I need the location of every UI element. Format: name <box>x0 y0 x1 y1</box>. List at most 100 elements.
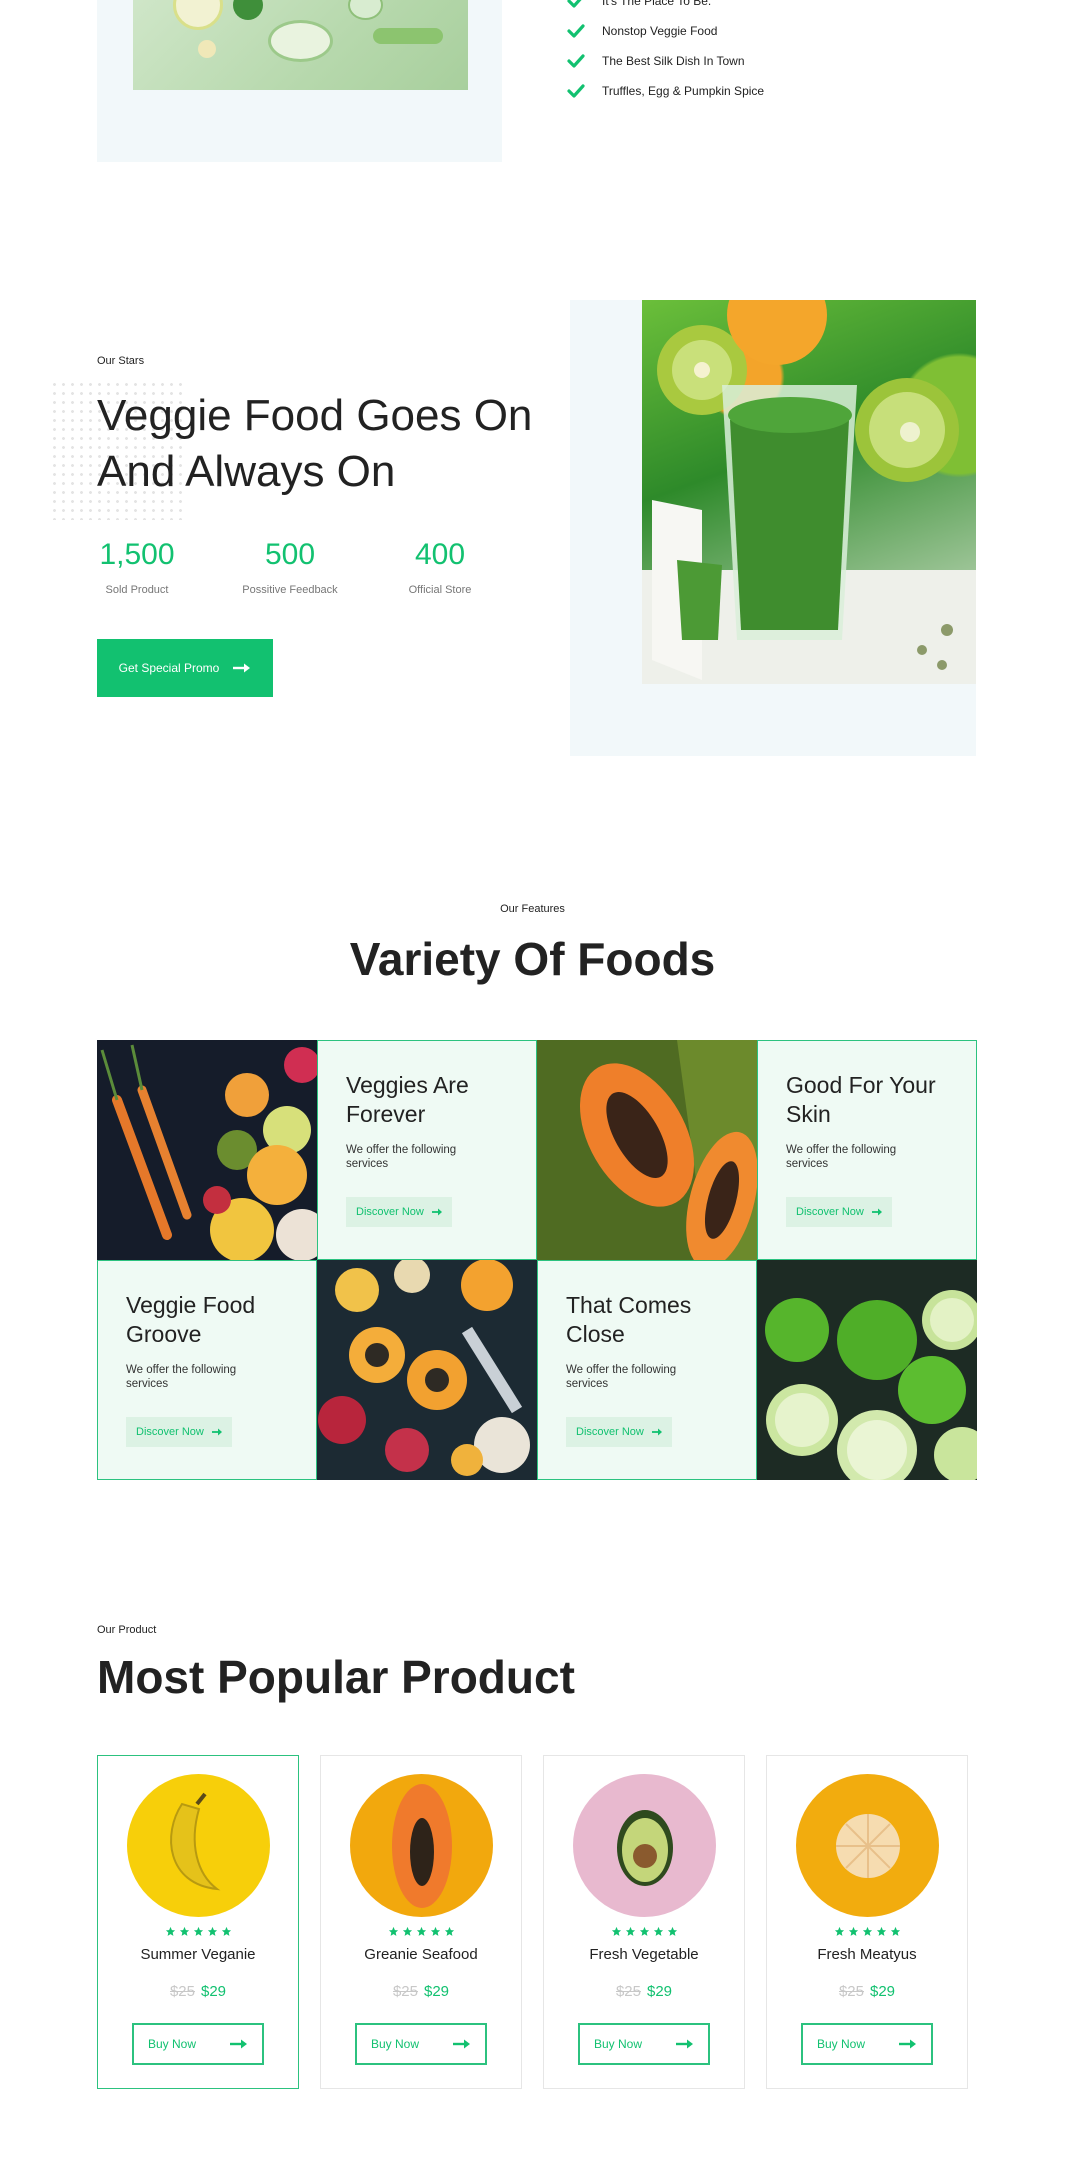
button-label: Discover Now <box>136 1426 204 1438</box>
star-icon <box>639 1924 650 1942</box>
get-special-promo-button[interactable]: Get Special Promo <box>97 639 273 697</box>
button-label: Buy Now <box>370 2037 420 2051</box>
current-price: $29 <box>870 1983 896 2000</box>
product-card[interactable]: Fresh Vegetable $25 $29 Buy Now <box>543 1755 745 2089</box>
stat-feedback: 500 Possitive Feedback <box>230 538 350 596</box>
old-price: $25 <box>615 1983 641 2000</box>
checklist-text: Truffles, Egg & Pumpkin Spice <box>602 84 765 98</box>
old-price: $25 <box>838 1983 864 2000</box>
papaya-image <box>537 1040 757 1260</box>
star-icon <box>207 1924 218 1942</box>
star-icon <box>876 1924 887 1942</box>
feature-card-text: We offer the following services <box>346 1144 457 1170</box>
about-image <box>133 0 468 90</box>
fruit-platter-image <box>317 1260 537 1480</box>
buy-now-button[interactable]: Buy Now <box>578 2023 710 2065</box>
star-icon <box>179 1924 190 1942</box>
button-label: Get Special Promo <box>118 661 220 675</box>
section-heading: Veggie Food Goes On And Always On <box>97 391 533 496</box>
star-rating <box>767 1924 967 1942</box>
product-card[interactable]: Summer Veganie $25 $29 Buy Now <box>97 1755 299 2089</box>
buy-now-button[interactable]: Buy Now <box>132 2023 264 2065</box>
product-price: $25 $29 <box>544 1983 744 2000</box>
star-icon <box>221 1924 232 1942</box>
check-icon <box>566 81 586 101</box>
feature-card-text: We offer the following services <box>126 1364 237 1390</box>
stat-label: Sold Product <box>105 584 169 596</box>
features-grid: Veggies Are Forever We offer the followi… <box>97 1040 977 1480</box>
stat-value: 400 <box>414 538 466 571</box>
product-price: $25 $29 <box>321 1983 521 2000</box>
stat-label: Official Store <box>408 584 472 596</box>
section-subtitle: Our Stars <box>97 355 145 367</box>
product-name: Fresh Meatyus <box>817 1946 917 1963</box>
product-name: Greanie Seafood <box>364 1946 478 1963</box>
section-subtitle: Our Features <box>500 903 565 915</box>
section-heading: Most Popular Product <box>97 1651 575 1703</box>
star-icon <box>625 1924 636 1942</box>
stat-label: Possitive Feedback <box>242 584 338 596</box>
discover-now-button[interactable]: Discover Now <box>786 1197 892 1227</box>
star-icon <box>193 1924 204 1942</box>
arrow-right-icon <box>431 1208 442 1216</box>
star-icon <box>611 1924 622 1942</box>
current-price: $29 <box>201 1983 227 2000</box>
product-name: Summer Veganie <box>140 1946 256 1963</box>
star-rating <box>544 1924 744 1942</box>
button-label: Discover Now <box>796 1206 864 1218</box>
star-icon <box>848 1924 859 1942</box>
product-price: $25 $29 <box>98 1983 298 2000</box>
stat-value: 1,500 <box>99 538 175 571</box>
stat-sold: 1,500 Sold Product <box>92 538 182 596</box>
check-icon <box>566 51 586 71</box>
discover-now-button[interactable]: Discover Now <box>566 1417 672 1447</box>
list-item: Truffles, Egg & Pumpkin Spice <box>566 76 764 106</box>
star-icon <box>165 1924 176 1942</box>
discover-now-button[interactable]: Discover Now <box>126 1417 232 1447</box>
product-image <box>573 1774 716 1917</box>
check-icon <box>566 0 586 11</box>
limes-image <box>757 1260 977 1480</box>
star-icon <box>402 1924 413 1942</box>
star-icon <box>890 1924 901 1942</box>
star-icon <box>416 1924 427 1942</box>
feature-card: Veggie Food Groove We offer the followin… <box>97 1260 317 1480</box>
button-label: Buy Now <box>593 2037 643 2051</box>
arrow-right-icon <box>233 663 251 673</box>
stat-store: 400 Official Store <box>390 538 490 596</box>
buy-now-button[interactable]: Buy Now <box>801 2023 933 2065</box>
feature-card: Veggies Are Forever We offer the followi… <box>317 1040 537 1260</box>
list-item: Nonstop Veggie Food <box>566 16 764 46</box>
star-icon <box>444 1924 455 1942</box>
list-item: The Best Silk Dish In Town <box>566 46 764 76</box>
product-price: $25 $29 <box>767 1983 967 2000</box>
star-rating <box>98 1924 298 1942</box>
vegetables-image <box>97 1040 317 1260</box>
feature-checklist: It's The Place To Be. Nonstop Veggie Foo… <box>566 0 764 106</box>
star-icon <box>430 1924 441 1942</box>
button-label: Buy Now <box>147 2037 197 2051</box>
feature-card-text: We offer the following services <box>566 1364 677 1390</box>
checklist-text: Nonstop Veggie Food <box>602 24 718 38</box>
feature-card-text: We offer the following services <box>786 1144 897 1170</box>
product-image <box>796 1774 939 1917</box>
current-price: $29 <box>424 1983 450 2000</box>
discover-now-button[interactable]: Discover Now <box>346 1197 452 1227</box>
star-icon <box>653 1924 664 1942</box>
product-image <box>127 1774 270 1917</box>
feature-card: That Comes Close We offer the following … <box>537 1260 757 1480</box>
product-card[interactable]: Fresh Meatyus $25 $29 Buy Now <box>766 1755 968 2089</box>
check-icon <box>566 21 586 41</box>
star-icon <box>862 1924 873 1942</box>
arrow-right-icon <box>871 1208 882 1216</box>
checklist-text: It's The Place To Be. <box>602 0 712 8</box>
feature-card-title: Veggie Food Groove <box>126 1292 256 1347</box>
feature-card-title: Veggies Are Forever <box>346 1072 469 1127</box>
feature-card: Good For Your Skin We offer the followin… <box>757 1040 977 1260</box>
product-card[interactable]: Greanie Seafood $25 $29 Buy Now <box>320 1755 522 2089</box>
arrow-right-icon <box>230 2039 248 2049</box>
buy-now-button[interactable]: Buy Now <box>355 2023 487 2065</box>
feature-card-title: Good For Your Skin <box>786 1072 936 1127</box>
button-label: Buy Now <box>816 2037 866 2051</box>
old-price: $25 <box>392 1983 418 2000</box>
